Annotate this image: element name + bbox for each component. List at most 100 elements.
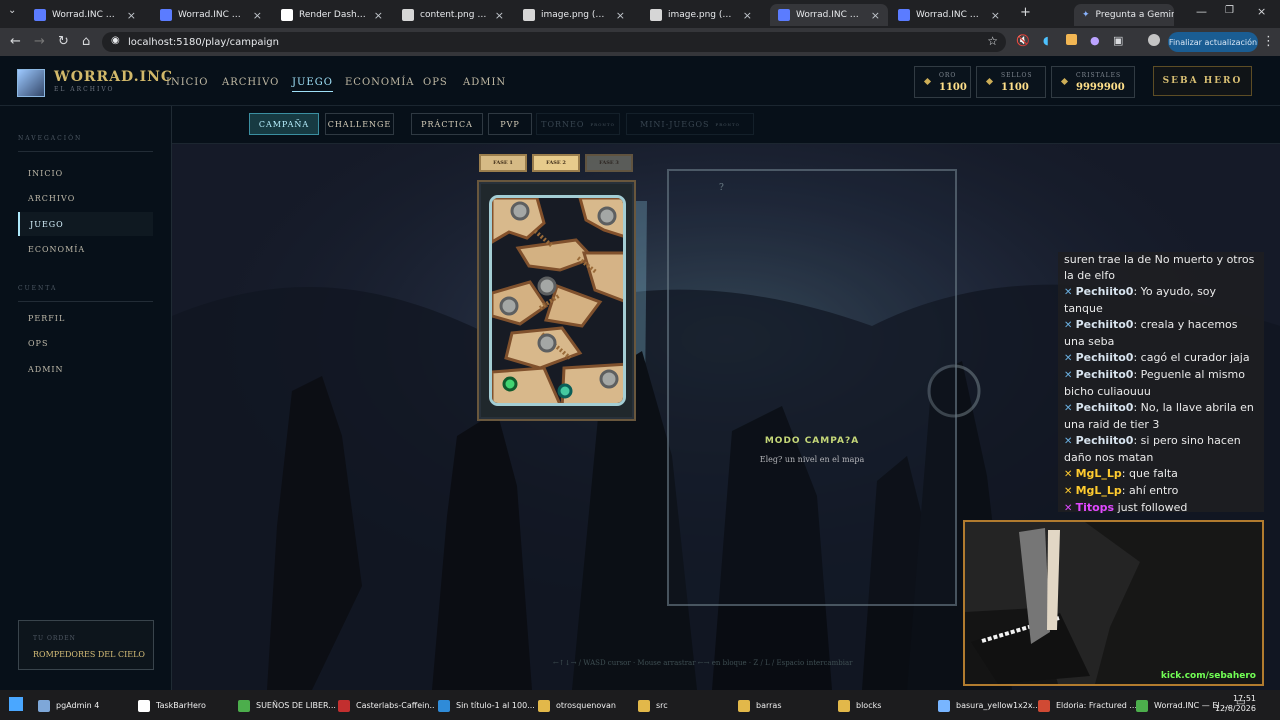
extension-icon[interactable]: ● [1090,34,1100,47]
tab-close-icon[interactable]: × [616,9,625,22]
chat-message: ✕ Titops just followed [1064,500,1258,517]
restore-icon[interactable]: ❐ [1225,5,1234,16]
kick-icon: ✕ [1064,403,1076,414]
seals-value: 1100 [1001,82,1029,93]
seal-icon [985,77,994,86]
tab-close-icon[interactable]: × [871,9,880,22]
sidebar-item-ops[interactable]: OPS [18,332,153,356]
main-nav-archivo[interactable]: ARCHIVO [222,77,279,88]
navigation-header: NAVEGACIÓN [18,135,83,142]
game-mode-tab[interactable]: PVP [488,113,532,135]
browser-tab[interactable]: Worrad.INC — El Arch × [770,4,888,26]
taskbar-app-button[interactable]: barras [738,695,826,716]
browser-window: ⌄ Worrad.INC — El Arch×Worrad.INC — El A… [0,0,1280,720]
taskbar-app-button[interactable]: SUEÑOS DE LIBER... [238,695,336,716]
chat-message: ✕ MgL_Lp: ahí entro [1064,483,1258,500]
back-icon[interactable]: ← [10,34,21,49]
url-text: localhost:5180/play/campaign [128,36,279,48]
worrad-logo[interactable] [17,69,45,97]
tab-close-icon[interactable]: × [374,9,383,22]
tab-list-icon[interactable]: ⌄ [8,5,16,16]
hero-profile-button[interactable]: SEBA HERO [1153,66,1252,96]
controls-hint: ←↑↓→ / WASD cursor · Mouse arrastrar ←→ … [553,659,853,667]
browser-menu-icon[interactable]: ⋮ [1262,34,1275,49]
tab-close-icon[interactable]: × [127,9,136,22]
app-header: WORRAD.INC EL ARCHIVO INICIO ARCHIVO JUEGO… [0,56,1280,106]
extensions-puzzle-icon[interactable]: ▣ [1113,34,1123,47]
taskbar-app-icon [638,699,650,712]
taskbar-app-button[interactable]: Sin título-1 al 100... [438,695,534,716]
browser-tab[interactable]: content.png (1448×1 × [394,4,512,26]
level-map-image [492,198,623,403]
tab-close-icon[interactable]: × [991,9,1000,22]
browser-tab[interactable]: image.png (489×213) × [642,4,760,26]
taskbar-app-button[interactable]: blocks [838,695,926,716]
taskbar-app-button[interactable]: Casterlabs-Caffein... [338,695,434,716]
phase-1-button[interactable]: FASE 1 [479,154,527,172]
game-mode-tab[interactable]: PRÁCTICA [411,113,483,135]
minimize-icon[interactable]: — [1196,5,1207,18]
taskbar-app-icon [238,699,250,712]
taskbar-app-button[interactable]: pgAdmin 4 [38,695,134,716]
extension-icon[interactable]: ◖ [1043,34,1049,47]
game-tab-icon [898,9,910,21]
sidebar-item-archivo[interactable]: ARCHIVO [18,187,153,211]
browser-tab[interactable]: Worrad.INC — El Arch × [890,4,1008,26]
crystals-stat: CRISTALES 9999900 [1051,66,1135,98]
game-mode-tab[interactable]: CHALLENGE [325,113,394,135]
main-nav-inicio[interactable]: INICIO [166,77,208,88]
bookmark-star-icon[interactable]: ☆ [987,34,998,48]
close-icon[interactable]: × [1257,5,1266,18]
tab-close-icon[interactable]: × [253,9,262,22]
windows-start-icon[interactable] [9,697,23,711]
taskbar-app-button[interactable]: otrosquenovan [538,695,632,716]
clock-date: 12/8/2026 [1214,704,1256,713]
taskbar-app-icon [938,699,950,712]
site-info-icon[interactable]: ◉ [111,35,120,46]
browser-tab[interactable]: Render Dashboard × [273,4,391,26]
chat-text: suren trae la de No muerto y otros la de… [1064,253,1255,282]
sidebar-item-juego[interactable]: JUEGO [18,212,153,236]
browser-tab[interactable]: Worrad.INC — El Arch × [26,4,144,26]
new-tab-icon[interactable]: + [1020,5,1031,20]
main-nav-juego[interactable]: JUEGO [292,77,333,92]
main-nav-ops[interactable]: OPS [423,77,448,88]
gemini-button[interactable]: ✦ Pregunta a Gemini [1074,4,1174,26]
tab-close-icon[interactable]: × [495,9,504,22]
taskbar-app-button[interactable]: basura_yellow1x2x... [938,695,1038,716]
game-mode-tab[interactable]: CAMPAÑA [249,113,319,135]
taskbar-app-button[interactable]: src [638,695,722,716]
reload-icon[interactable]: ↻ [58,34,69,49]
sidebar-item-inicio[interactable]: INICIO [18,161,153,185]
update-button[interactable]: Finalizar actualización [1168,32,1258,52]
main-nav-admin[interactable]: ADMIN [463,77,506,88]
kick-icon: ✕ [1064,320,1076,331]
windows-taskbar: pgAdmin 4 TaskBarHero SUEÑOS DE LIBER... Ca… [0,690,1280,720]
kick-icon: ✕ [1064,503,1076,514]
home-icon[interactable]: ⌂ [82,34,90,49]
chat-message: ✕ Pechiito0: cagó el curador jaja [1064,350,1258,367]
webcam-video-image [965,522,1262,684]
order-name: ROMPEDORES DEL CIELO [33,650,145,659]
address-bar[interactable]: ◉ localhost:5180/play/campaign ☆ [102,32,1006,52]
sidebar-item-economía[interactable]: ECONOMÍA [18,238,153,262]
sidebar-item-admin[interactable]: ADMIN [18,357,153,381]
main-nav-economía[interactable]: ECONOMÍA [345,77,415,88]
campaign-map-card [477,180,636,421]
profile-avatar[interactable] [1148,34,1160,46]
taskbar-clock[interactable]: 17:51 12/8/2026 [1215,694,1256,714]
phase-3-button[interactable]: FASE 3 [585,154,633,172]
taskbar-app-button[interactable]: Eldoria: Fractured ... [1038,695,1142,716]
tab-title: image.png (498×210) [541,10,610,20]
tab-title: Worrad.INC — El Arch [178,10,247,20]
extension-icon[interactable] [1066,34,1077,45]
globe-icon [523,9,535,21]
sidebar-item-perfil[interactable]: PERFIL [18,306,153,330]
tab-close-icon[interactable]: × [743,9,752,22]
forward-icon[interactable]: → [34,34,45,49]
browser-tab[interactable]: Worrad.INC — El Arch × [152,4,270,26]
phase-2-button[interactable]: FASE 2 [532,154,580,172]
mute-icon[interactable]: 🔇 [1016,34,1030,47]
browser-tab[interactable]: image.png (498×210) × [515,4,633,26]
taskbar-app-button[interactable]: TaskBarHero [138,695,228,716]
